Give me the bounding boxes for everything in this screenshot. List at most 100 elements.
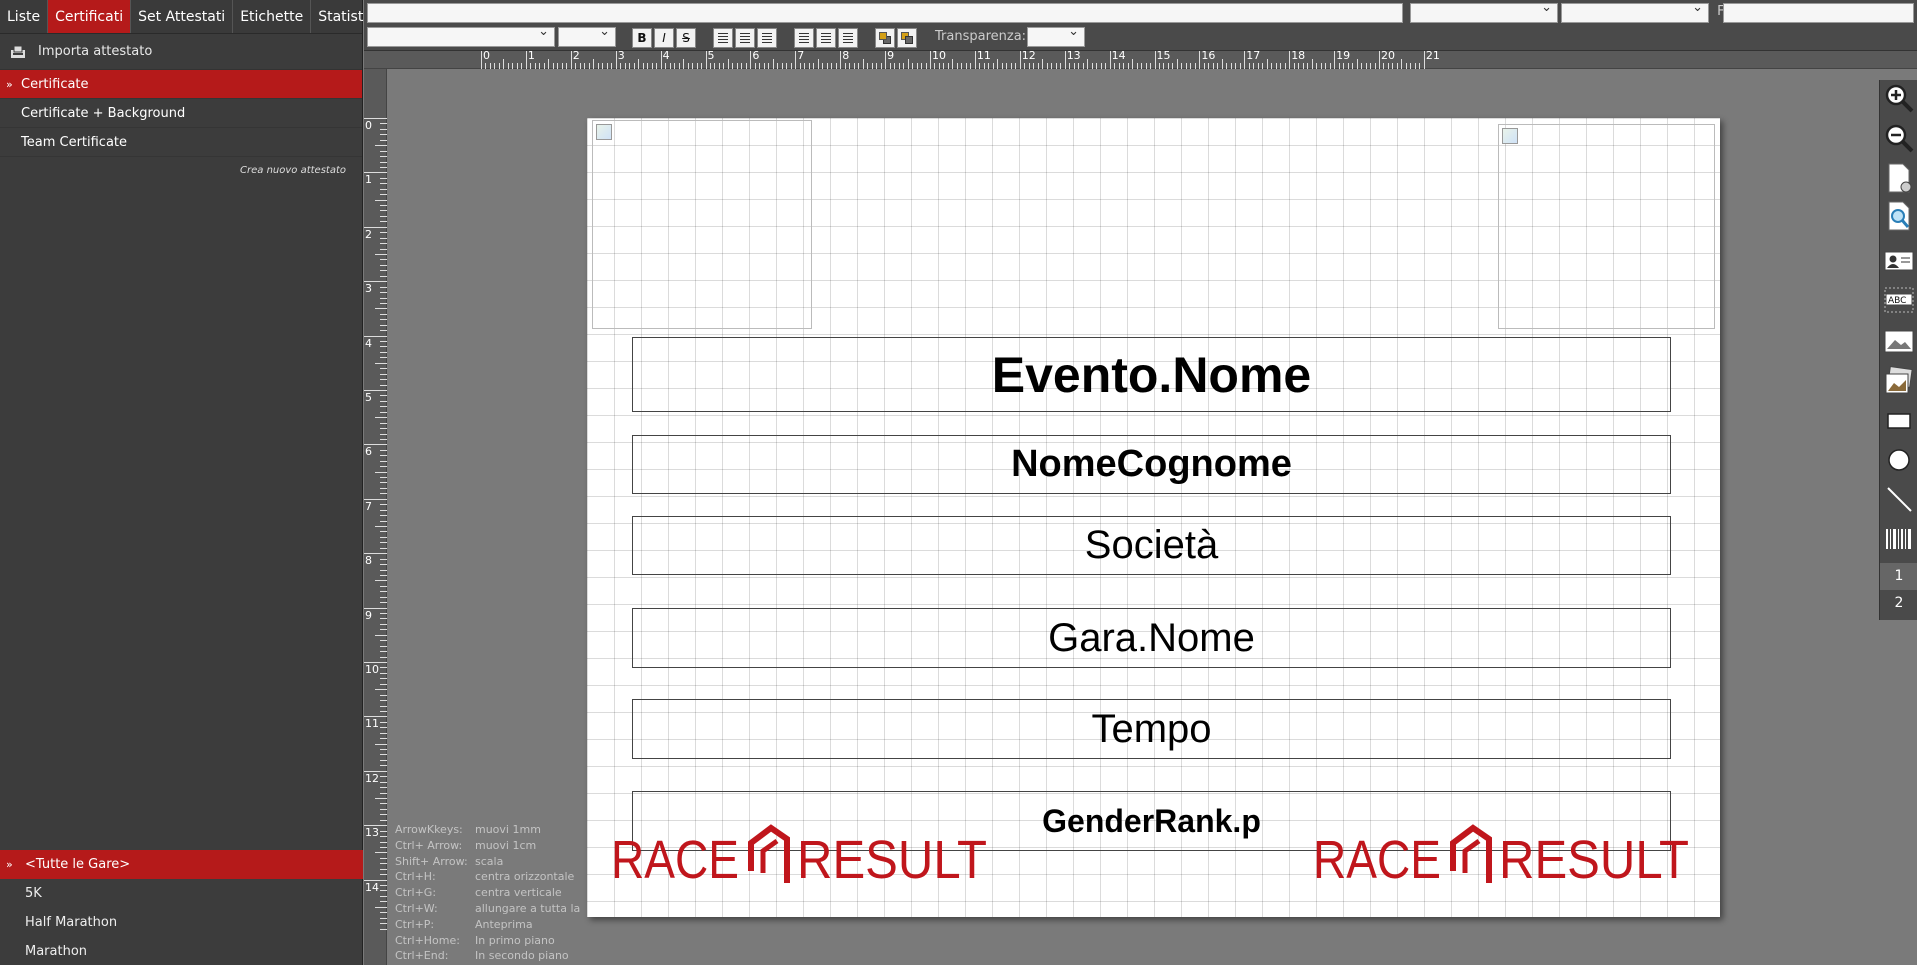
field-expression-input[interactable] bbox=[367, 3, 1403, 23]
ruler-tick bbox=[364, 118, 387, 119]
ruler-minor-tick bbox=[633, 63, 635, 69]
field-club[interactable]: Società bbox=[632, 516, 1671, 575]
field-time[interactable]: Tempo bbox=[632, 699, 1671, 759]
race-item[interactable]: Half Marathon bbox=[0, 908, 363, 937]
page-number-2[interactable]: 2 bbox=[1880, 590, 1917, 617]
new-certificate-link[interactable]: Crea nuovo attestato bbox=[0, 165, 362, 176]
ruler-minor-tick bbox=[602, 63, 604, 69]
ruler-minor-tick bbox=[1221, 59, 1223, 69]
add-rectangle-button[interactable] bbox=[1883, 405, 1915, 437]
ruler-minor-tick bbox=[817, 59, 819, 69]
preview-button[interactable] bbox=[1883, 200, 1915, 232]
ruler-minor-tick bbox=[380, 438, 387, 440]
race-item[interactable]: » <Tutte le Gare> bbox=[0, 850, 363, 879]
send-back-button[interactable] bbox=[897, 28, 917, 48]
strike-button[interactable]: S bbox=[676, 28, 696, 48]
field-event-name[interactable]: Evento.Nome bbox=[632, 337, 1671, 412]
ruler-minor-tick bbox=[380, 868, 387, 870]
zoom-in-button[interactable] bbox=[1883, 82, 1915, 114]
zoom-out-button[interactable] bbox=[1883, 122, 1915, 154]
ruler-top-label: 16 bbox=[1201, 49, 1216, 62]
ruler-minor-tick bbox=[912, 63, 914, 69]
certificate-item[interactable]: Certificate + Background bbox=[0, 99, 362, 128]
align-right-button[interactable] bbox=[757, 28, 777, 48]
ruler-minor-tick bbox=[943, 63, 945, 69]
add-photo-button[interactable] bbox=[1883, 365, 1915, 397]
ruler-tick bbox=[1423, 51, 1425, 69]
ruler-left-label: 10 bbox=[365, 663, 379, 676]
ruler-tick bbox=[364, 335, 387, 337]
italic-button[interactable]: I bbox=[654, 28, 674, 48]
certificate-item[interactable]: » Certificate bbox=[0, 70, 362, 99]
field-race-name[interactable]: Gara.Nome bbox=[632, 608, 1671, 668]
font-select[interactable] bbox=[367, 24, 555, 47]
bring-front-button[interactable] bbox=[875, 28, 895, 48]
ruler-minor-tick bbox=[1307, 63, 1309, 69]
add-circle-button[interactable] bbox=[1883, 444, 1915, 476]
race-label: <Tutte le Gare> bbox=[25, 857, 131, 872]
page-number-1[interactable]: 1 bbox=[1880, 563, 1917, 590]
keyboard-shortcuts: ArrowKkeys: muovi 1mm Ctrl+ Arrow: muovi 1c… bbox=[395, 823, 580, 965]
transparency-select[interactable] bbox=[1027, 24, 1085, 47]
ruler-tick bbox=[364, 879, 387, 881]
shortcut-desc: scala bbox=[475, 854, 504, 868]
image-placeholder-right[interactable] bbox=[1498, 124, 1715, 329]
ruler-minor-tick bbox=[1293, 63, 1295, 69]
ruler-minor-tick bbox=[380, 270, 387, 272]
align-center-button[interactable] bbox=[735, 28, 755, 48]
ruler-minor-tick bbox=[831, 63, 833, 69]
add-image-button[interactable] bbox=[1883, 325, 1915, 357]
ruler-minor-tick bbox=[1145, 63, 1147, 69]
ruler-minor-tick bbox=[380, 923, 387, 925]
left-panel: Liste Certificati Set Attestati Etichette St… bbox=[0, 0, 401, 965]
tab-liste[interactable]: Liste bbox=[0, 0, 49, 33]
ruler-minor-tick bbox=[1266, 59, 1268, 69]
race-result-logo-left[interactable]: RACE RESULT bbox=[611, 823, 991, 883]
race-result-logo-right[interactable]: RACE RESULT bbox=[1313, 823, 1693, 883]
page-settings-button[interactable] bbox=[1883, 162, 1915, 194]
certificate-page[interactable]: Evento.Nome NomeCognome Società Gara.Nom… bbox=[587, 118, 1720, 917]
add-barcode-button[interactable] bbox=[1883, 523, 1915, 555]
bold-button[interactable]: B bbox=[632, 28, 652, 48]
tab-etichette[interactable]: Etichette bbox=[233, 0, 312, 33]
ruler-minor-tick bbox=[380, 808, 387, 810]
ruler-minor-tick bbox=[718, 63, 720, 69]
tab-set-attestati[interactable]: Set Attestati bbox=[131, 0, 234, 33]
ruler-minor-tick bbox=[970, 63, 972, 69]
certificate-item[interactable]: Team Certificate bbox=[0, 128, 362, 157]
ruler-tick bbox=[1019, 51, 1021, 69]
ruler-minor-tick bbox=[498, 63, 500, 69]
valign-middle-button[interactable] bbox=[816, 28, 836, 48]
valign-bottom-button[interactable] bbox=[838, 28, 858, 48]
ruler-left-label: 0 bbox=[365, 119, 372, 132]
ruler-top-label: 13 bbox=[1066, 49, 1081, 62]
add-line-button[interactable] bbox=[1883, 483, 1915, 515]
font-size-select[interactable] bbox=[558, 24, 616, 47]
ruler-minor-tick bbox=[894, 63, 896, 69]
ruler-left-label: 5 bbox=[365, 391, 372, 404]
font-color-select[interactable] bbox=[1561, 0, 1709, 23]
ruler-minor-tick bbox=[380, 324, 387, 326]
import-certificate-button[interactable]: Importa attestato bbox=[0, 34, 362, 70]
shortcut-row: Ctrl+End: In secondo piano bbox=[395, 949, 580, 965]
race-item[interactable]: Marathon bbox=[0, 937, 363, 965]
ruler-top-label: 20 bbox=[1381, 49, 1395, 62]
ruler-minor-tick bbox=[375, 362, 387, 364]
race-item[interactable]: 5K bbox=[0, 879, 363, 908]
ruler-tick bbox=[974, 51, 976, 69]
ruler-minor-tick bbox=[380, 814, 387, 816]
image-placeholder-left[interactable] bbox=[592, 120, 812, 329]
ruler-minor-tick bbox=[858, 63, 860, 69]
add-field-button[interactable] bbox=[1883, 245, 1915, 277]
tab-certificati[interactable]: Certificati bbox=[48, 0, 132, 33]
align-left-button[interactable] bbox=[713, 28, 733, 48]
page-settings-icon bbox=[1888, 163, 1912, 193]
valign-top-button[interactable] bbox=[794, 28, 814, 48]
fd-input[interactable] bbox=[1723, 3, 1914, 23]
font-family-select[interactable] bbox=[1410, 0, 1558, 23]
shortcut-row: Ctrl+Home: In primo piano bbox=[395, 934, 580, 950]
field-full-name[interactable]: NomeCognome bbox=[632, 435, 1671, 494]
add-text-button[interactable]: ABC bbox=[1883, 284, 1915, 316]
ruler-minor-tick bbox=[1118, 63, 1120, 69]
ruler-minor-tick bbox=[380, 477, 387, 479]
